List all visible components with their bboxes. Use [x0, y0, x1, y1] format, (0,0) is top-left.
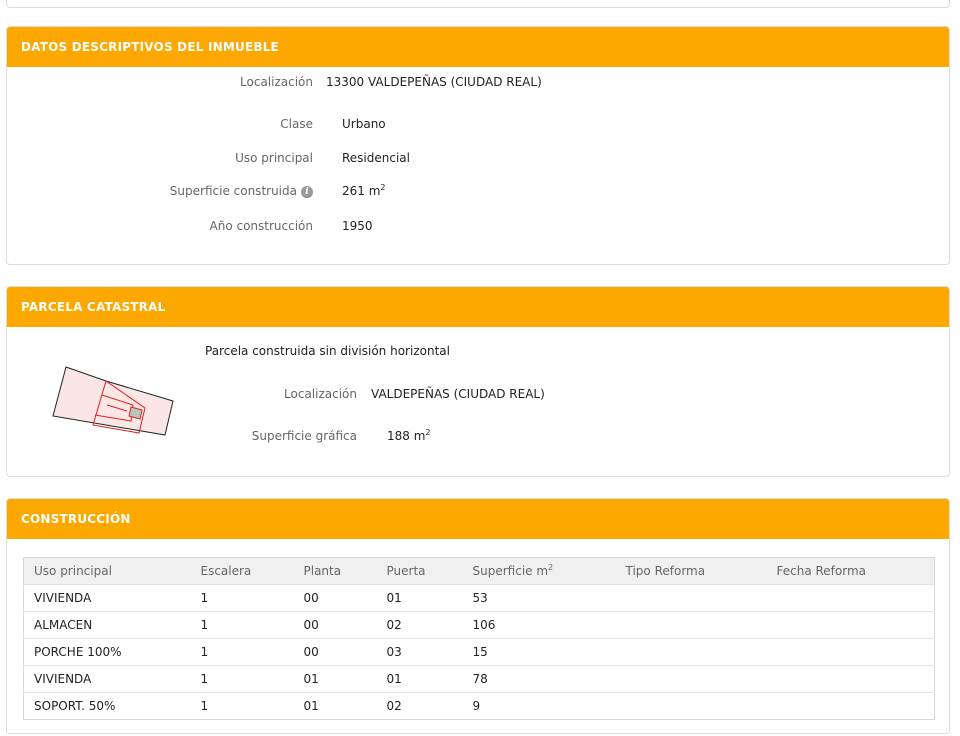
superficie-construida-row: Superficie construida i 261 m2 — [7, 183, 386, 199]
uso-principal-row: Uso principal Residencial — [7, 151, 410, 165]
parcela-localizacion-value: VALDEPEÑAS (CIUDAD REAL) — [371, 387, 545, 401]
localizacion-value: 13300 VALDEPEÑAS (CIUDAD REAL) — [326, 75, 542, 89]
cell-tipo-reforma — [615, 584, 767, 612]
parcela-tipo-row: Parcela construida sin división horizont… — [205, 344, 450, 358]
superficie-construida-label: Superficie construida — [169, 184, 297, 198]
cell-tipo-reforma — [615, 665, 767, 693]
cell-fecha-reforma — [766, 692, 935, 720]
parcela-catastral-panel: PARCELA CATASTRAL Parcela construida sin… — [6, 286, 950, 477]
anio-construccion-row: Año construcción 1950 — [7, 219, 373, 233]
cell-uso: PORCHE 100% — [23, 638, 191, 666]
clase-row: Clase Urbano — [7, 117, 386, 131]
superficie-grafica-row: Superficie gráfica 188 m2 — [7, 428, 431, 444]
construccion-table: Uso principal Escalera Planta Puerta Sup… — [23, 557, 935, 720]
col-superficie-label: Superficie m — [472, 564, 549, 578]
cell-fecha-reforma — [766, 665, 935, 693]
cell-tipo-reforma — [615, 692, 767, 720]
clase-label: Clase — [280, 117, 313, 131]
anio-construccion-label: Año construcción — [209, 219, 314, 233]
table-row: ALMACEN 1 00 02 106 — [23, 611, 935, 639]
cell-planta: 00 — [293, 638, 377, 666]
superficie-grafica-value: 188 m — [387, 429, 426, 443]
cell-escalera: 1 — [190, 692, 294, 720]
superficie-grafica-unit-sup: 2 — [425, 428, 431, 437]
col-puerta: Puerta — [376, 557, 463, 585]
cell-puerta: 02 — [376, 611, 463, 639]
col-escalera: Escalera — [190, 557, 294, 585]
cell-planta: 01 — [293, 692, 377, 720]
parcela-catastral-header: PARCELA CATASTRAL — [7, 287, 949, 327]
cell-puerta: 02 — [376, 692, 463, 720]
clase-value: Urbano — [342, 117, 386, 131]
table-header-row: Uso principal Escalera Planta Puerta Sup… — [23, 557, 935, 585]
superficie-construida-value-wrap: 261 m2 — [342, 183, 386, 199]
col-superficie-sup: 2 — [548, 563, 554, 572]
cell-puerta: 01 — [376, 665, 463, 693]
cell-superficie: 106 — [462, 611, 616, 639]
cell-superficie: 78 — [462, 665, 616, 693]
col-fecha-reforma: Fecha Reforma — [766, 557, 935, 585]
superficie-grafica-label: Superficie gráfica — [251, 429, 357, 443]
parcela-localizacion-row: Localización VALDEPEÑAS (CIUDAD REAL) — [7, 387, 545, 401]
superficie-construida-label-wrap: Superficie construida i — [7, 184, 313, 198]
col-uso-principal: Uso principal — [23, 557, 191, 585]
col-superficie: Superficie m2 — [462, 557, 616, 585]
cell-superficie: 9 — [462, 692, 616, 720]
construccion-panel: CONSTRUCCIÓN Uso principal Escalera Plan… — [6, 498, 950, 734]
cell-tipo-reforma — [615, 611, 767, 639]
col-planta: Planta — [293, 557, 377, 585]
cell-puerta: 01 — [376, 584, 463, 612]
cell-uso: ALMACEN — [23, 611, 191, 639]
cell-fecha-reforma — [766, 638, 935, 666]
cell-planta: 01 — [293, 665, 377, 693]
datos-descriptivos-header: DATOS DESCRIPTIVOS DEL INMUEBLE — [7, 27, 949, 67]
table-row: VIVIENDA 1 00 01 53 — [23, 584, 935, 612]
uso-principal-label: Uso principal — [235, 151, 313, 165]
cell-planta: 00 — [293, 611, 377, 639]
parcel-map[interactable] — [47, 363, 177, 439]
cell-planta: 00 — [293, 584, 377, 612]
cell-puerta: 03 — [376, 638, 463, 666]
construccion-header: CONSTRUCCIÓN — [7, 499, 949, 539]
superficie-grafica-value-wrap: 188 m2 — [387, 428, 431, 444]
superficie-construida-value: 261 m — [342, 184, 381, 198]
cell-escalera: 1 — [190, 638, 294, 666]
col-tipo-reforma: Tipo Reforma — [615, 557, 767, 585]
table-row: SOPORT. 50% 1 01 02 9 — [23, 692, 935, 720]
cell-escalera: 1 — [190, 584, 294, 612]
table-row: VIVIENDA 1 01 01 78 — [23, 665, 935, 693]
cell-uso: VIVIENDA — [23, 584, 191, 612]
parcel-outline — [52, 366, 174, 436]
cell-tipo-reforma — [615, 638, 767, 666]
cell-escalera: 1 — [190, 665, 294, 693]
info-icon[interactable]: i — [301, 185, 313, 198]
datos-descriptivos-panel: DATOS DESCRIPTIVOS DEL INMUEBLE Localiza… — [6, 26, 950, 265]
cell-uso: VIVIENDA — [23, 665, 191, 693]
cell-superficie: 15 — [462, 638, 616, 666]
cell-escalera: 1 — [190, 611, 294, 639]
parcela-localizacion-label: Localización — [284, 387, 357, 401]
previous-panel-edge — [6, 0, 950, 8]
localizacion-label: Localización — [240, 75, 313, 89]
table-row: PORCHE 100% 1 00 03 15 — [23, 638, 935, 666]
cell-fecha-reforma — [766, 611, 935, 639]
cell-fecha-reforma — [766, 584, 935, 612]
uso-principal-value: Residencial — [342, 151, 410, 165]
localizacion-row: Localización 13300 VALDEPEÑAS (CIUDAD RE… — [7, 75, 542, 89]
cell-superficie: 53 — [462, 584, 616, 612]
cell-uso: SOPORT. 50% — [23, 692, 191, 720]
parcela-tipo: Parcela construida sin división horizont… — [205, 344, 450, 358]
anio-construccion-value: 1950 — [342, 219, 373, 233]
superficie-construida-unit-sup: 2 — [380, 183, 386, 192]
